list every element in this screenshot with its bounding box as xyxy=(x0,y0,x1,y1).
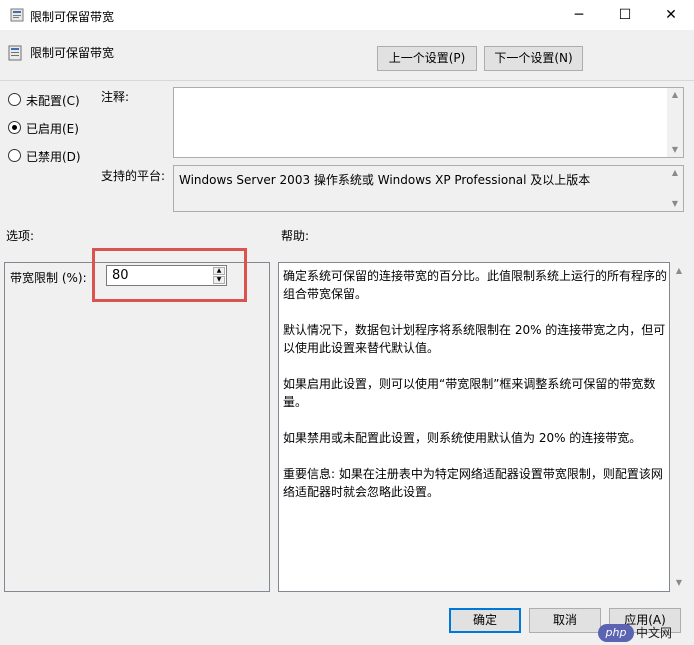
radio-circle[interactable] xyxy=(8,149,21,162)
radio-circle[interactable] xyxy=(8,121,21,134)
comment-label: 注释: xyxy=(101,90,130,104)
radio-circle[interactable] xyxy=(8,93,21,106)
help-paragraph: 如果启用此设置，则可以使用“带宽限制”框来调整系统可保留的带宽数量。 xyxy=(283,377,656,409)
platform-scrollbar[interactable]: ▲ ▼ xyxy=(667,166,683,211)
previous-setting-button[interactable]: 上一个设置(P) xyxy=(377,46,477,71)
help-paragraph: 确定系统可保留的连接带宽的百分比。此值限制系统上运行的所有程序的组合带宽保留。 xyxy=(283,269,668,301)
php-logo: php xyxy=(598,624,634,642)
minimize-button[interactable]: ─ xyxy=(556,0,602,30)
maximize-button[interactable]: ☐ xyxy=(602,0,648,30)
policy-icon xyxy=(10,8,24,22)
scroll-up-icon[interactable]: ▲ xyxy=(671,264,687,278)
help-paragraph: 默认情况下，数据包计划程序将系统限制在 20% 的连接带宽之内，但可以使用此设置… xyxy=(283,323,666,355)
scroll-up-icon[interactable]: ▲ xyxy=(667,166,683,180)
watermark-text: 中文网 xyxy=(636,626,673,640)
cancel-button[interactable]: 取消 xyxy=(529,608,601,633)
platform-textbox: Windows Server 2003 操作系统或 Windows XP Pro… xyxy=(173,165,684,212)
ok-button[interactable]: 确定 xyxy=(449,608,521,633)
watermark: php 中文网 xyxy=(598,622,694,644)
comment-textarea[interactable]: ▲ ▼ xyxy=(173,87,684,158)
radio-label: 未配置(C) xyxy=(26,94,80,108)
help-heading: 帮助: xyxy=(281,229,310,243)
scroll-down-icon[interactable]: ▼ xyxy=(667,143,683,157)
divider xyxy=(0,80,694,81)
next-setting-button[interactable]: 下一个设置(N) xyxy=(484,46,583,71)
radio-label: 已启用(E) xyxy=(26,122,79,136)
help-text: 确定系统可保留的连接带宽的百分比。此值限制系统上运行的所有程序的组合带宽保留。 … xyxy=(283,267,667,519)
radio-disabled[interactable]: 已禁用(D) xyxy=(8,148,118,166)
help-paragraph: 重要信息: 如果在注册表中为特定网络适配器设置带宽限制，则配置该网络适配器时就会… xyxy=(283,467,663,499)
platform-label: 支持的平台: xyxy=(101,169,166,183)
options-heading: 选项: xyxy=(6,229,35,243)
scroll-down-icon[interactable]: ▼ xyxy=(671,576,687,590)
radio-label: 已禁用(D) xyxy=(26,150,81,164)
setting-title: 限制可保留带宽 xyxy=(30,46,115,60)
platform-text: Windows Server 2003 操作系统或 Windows XP Pro… xyxy=(179,173,591,187)
scroll-down-icon[interactable]: ▼ xyxy=(667,197,683,211)
close-button[interactable]: ✕ xyxy=(648,0,694,30)
help-scrollbar[interactable]: ▲ ▼ xyxy=(671,262,687,592)
options-panel xyxy=(4,262,270,592)
scroll-up-icon[interactable]: ▲ xyxy=(667,88,683,102)
title-bar: 限制可保留带宽 ─ ☐ ✕ xyxy=(0,0,694,30)
window-title: 限制可保留带宽 xyxy=(30,10,115,24)
comment-scrollbar[interactable]: ▲ ▼ xyxy=(667,88,683,157)
help-panel: 确定系统可保留的连接带宽的百分比。此值限制系统上运行的所有程序的组合带宽保留。 … xyxy=(278,262,670,592)
bandwidth-limit-label: 带宽限制 (%): xyxy=(10,271,87,285)
help-paragraph: 如果禁用或未配置此设置，则系统使用默认值为 20% 的连接带宽。 xyxy=(283,431,642,445)
highlight-box xyxy=(92,248,247,302)
policy-setting-icon xyxy=(8,45,22,61)
radio-enabled[interactable]: 已启用(E) xyxy=(8,120,118,138)
